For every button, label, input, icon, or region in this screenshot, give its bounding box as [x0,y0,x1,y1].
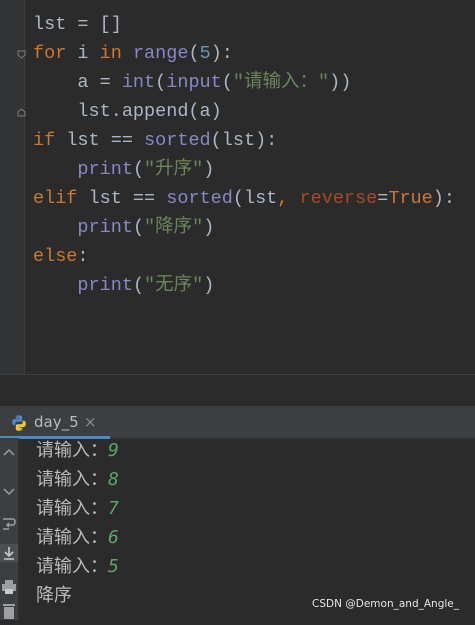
console-line: 请输入：7 [36,496,119,525]
editor-bottom-strip [0,374,475,407]
console-prompt: 请输入： [36,440,108,461]
close-icon[interactable]: × [84,413,97,431]
code-token: (lst [232,188,278,209]
code-token: "升序" [144,159,204,180]
code-token: sorted [144,130,211,151]
run-toolbar [0,438,19,620]
code-token: else [33,246,78,267]
code-token: ( [132,217,145,238]
console-prompt: 请输入： [36,527,108,548]
code-token: ): [210,43,233,64]
console-prompt: 请输入： [36,498,108,519]
code-token: reverse [299,188,378,209]
code-token: sorted [166,188,233,209]
code-token: "无序" [144,275,204,296]
watermark: CSDN @Demon_and_Angle_ [311,598,459,610]
code-line[interactable]: print("无序") [33,271,455,300]
fold-open-icon[interactable] [17,50,26,59]
console-user-input: 6 [108,527,119,548]
code-token: lst = [] [33,14,122,35]
console-prompt: 请输入： [36,556,108,577]
code-line[interactable]: a = int(input("请输入：")) [33,68,455,97]
code-token: in [99,43,122,64]
code-token: 5 [199,43,211,64]
code-line[interactable]: print("降序") [33,213,455,242]
code-token: for [33,43,67,64]
console-user-input: 5 [108,556,119,577]
code-token: lst.append(a) [33,101,222,122]
run-panel-header: day_5 × [0,406,475,439]
console-user-input: 7 [108,498,119,519]
code-token: ( [132,275,145,296]
code-token: (lst): [210,130,278,151]
editor-gutter [0,0,26,374]
code-editor[interactable]: lst = [] for i in range(5): a = int(input… [0,0,475,374]
code-token: if [33,130,56,151]
console-prompt: 请输入： [36,469,108,490]
code-content[interactable]: lst = [] for i in range(5): a = int(input… [33,10,455,300]
console-user-input: 9 [108,440,119,461]
print-icon[interactable] [0,578,18,596]
down-arrow-icon[interactable] [0,482,18,500]
code-line[interactable]: elif lst == sorted(lst, reverse=True): [33,184,455,213]
code-token: lst == [77,188,167,209]
console-line: 请输入：8 [36,467,119,496]
code-token: int [121,72,156,93]
code-line[interactable]: lst.append(a) [33,97,455,126]
soft-wrap-icon[interactable] [0,515,18,533]
python-icon [12,415,26,431]
code-token: "降序" [144,217,204,238]
code-token: ( [132,159,145,180]
code-token: print [77,217,133,238]
code-token: range [132,43,189,64]
code-line[interactable]: if lst == sorted(lst): [33,126,455,155]
trash-icon[interactable] [0,602,18,620]
scroll-to-end-icon[interactable] [0,544,18,562]
console-line: 请输入：5 [36,554,119,583]
up-arrow-icon[interactable] [0,444,18,462]
console-line: 请输入：6 [36,525,119,554]
run-tab-day5[interactable]: day_5 × [0,406,110,439]
code-token: )) [329,72,352,93]
code-token: print [77,159,133,180]
code-token: True [388,188,433,209]
console-user-input: 8 [108,469,119,490]
code-token: "请输入：" [232,72,330,93]
console-line: 降序 [36,583,119,612]
console-line: 请输入：9 [36,438,119,467]
code-token: : [77,246,89,267]
run-console-output[interactable]: 请输入：9 请输入：8 请输入：7 请输入：6 请输入：5 降序 [36,438,119,612]
code-token: input [166,72,222,93]
code-token: ) [203,275,215,296]
console-prompt: 降序 [36,585,72,606]
code-token: ): [432,188,455,209]
code-token: a = [33,72,122,93]
code-token: lst == [55,130,145,151]
code-token: ) [203,217,215,238]
code-line[interactable]: print("升序") [33,155,455,184]
code-line[interactable]: for i in range(5): [33,39,455,68]
code-token: ( [155,72,167,93]
code-token: ( [188,43,200,64]
code-token: , [277,188,300,209]
fold-close-icon[interactable] [17,108,26,117]
code-token: elif [33,188,78,209]
code-token: ) [203,159,215,180]
run-tab-label: day_5 [34,413,79,431]
code-line[interactable]: else: [33,242,455,271]
code-token: i [66,43,100,64]
code-token: = [377,188,389,209]
code-token: ( [221,72,233,93]
code-token: print [77,275,133,296]
code-line[interactable]: lst = [] [33,10,455,39]
